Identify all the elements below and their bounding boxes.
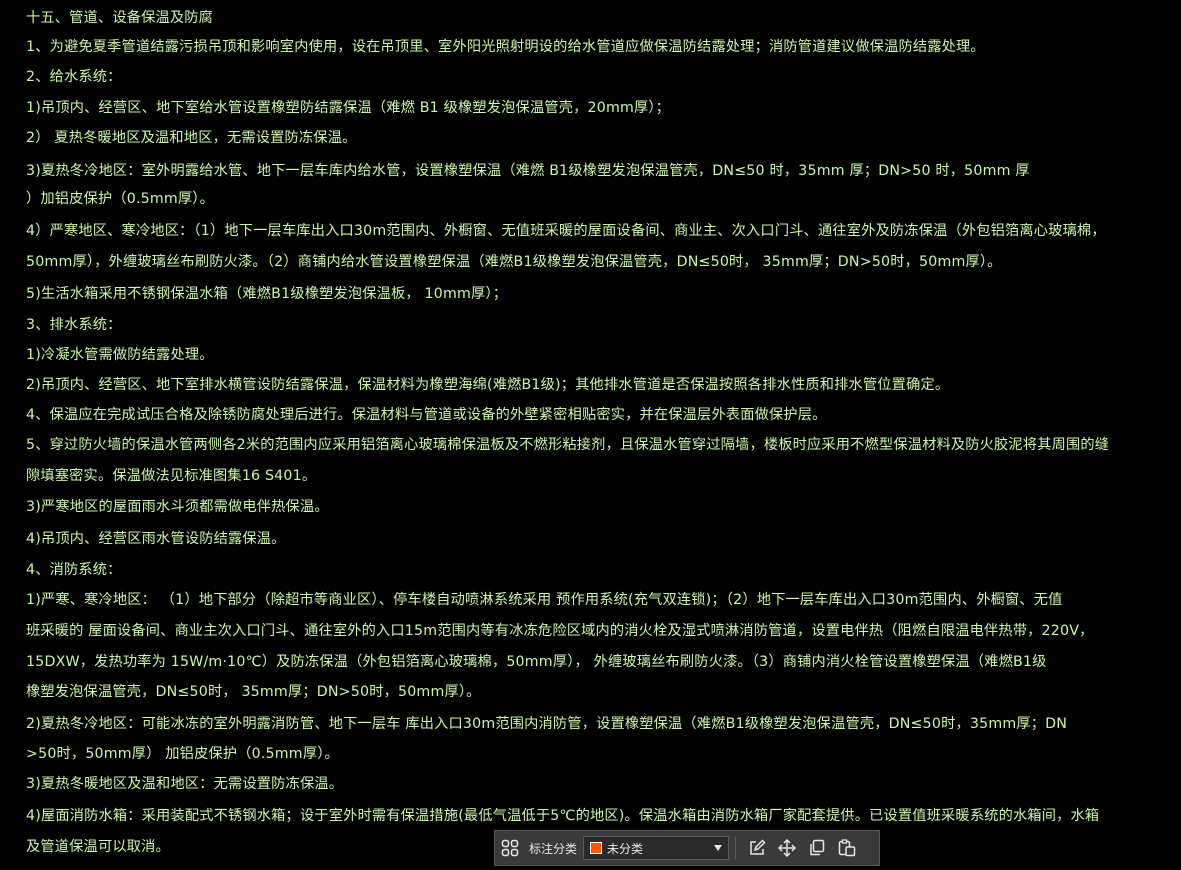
- category-label: 标注分类: [529, 841, 578, 856]
- text-line: 4)屋面消防水箱：采用装配式不锈钢水箱；设于室外时需有保温措施(最低气温低于5℃…: [26, 808, 1100, 824]
- text-line: 1)吊顶内、经营区、地下室给水管设置橡塑防结露保温（难燃 B1 级橡塑发泡保温管…: [26, 100, 671, 116]
- category-color-swatch: [590, 842, 603, 854]
- text-line: 3)严寒地区的屋面雨水斗须都需做电伴热保温。: [26, 499, 329, 515]
- text-line: 2） 夏热冬暖地区及温和地区，无需设置防冻保温。: [26, 130, 357, 146]
- section-heading: 2、给水系统：: [26, 69, 122, 85]
- category-select-value: 未分类: [607, 841, 644, 856]
- text-line: 2)夏热冬冷地区：可能冰冻的室外明露消防管、地下一层车 库出入口30m范围内消防…: [26, 716, 1068, 732]
- text-line: 5、穿过防火墙的保温水管两侧各2米的范围内应采用铝箔离心玻璃棉保温板及不燃形粘接…: [26, 437, 1110, 453]
- text-line: 班采暖的 屋面设备间、商业主次入口门斗、通往室外的入口15m范围内等有冰冻危险区…: [26, 623, 1094, 639]
- grid-icon[interactable]: [495, 833, 525, 863]
- text-line: >50时，50mm厚） 加铝皮保护（0.5mm厚）。: [26, 746, 339, 762]
- move-icon[interactable]: [772, 833, 802, 863]
- chevron-down-icon: [714, 845, 723, 851]
- copy-icon[interactable]: [802, 833, 832, 863]
- text-line: 5)生活水箱采用不锈钢保温水箱（难燃B1级橡塑发泡保温板， 10mm厚）；: [26, 286, 508, 302]
- category-select[interactable]: 未分类: [583, 836, 730, 860]
- toolbar-divider: [735, 837, 737, 859]
- text-line: 1、为避免夏季管道结露污损吊顶和影响室内使用，设在吊顶里、室外阳光照射明设的给水…: [26, 39, 985, 55]
- heading-line: 十五、管道、设备保温及防腐: [26, 10, 214, 26]
- text-line: 1)严寒、寒冷地区： （1）地下部分（除超市等商业区）、停车楼自动喷淋系统采用 …: [26, 592, 1063, 608]
- text-line: 隙填塞密实。保温做法见标准图集16 S401。: [26, 468, 317, 484]
- section-heading: 4、消防系统：: [26, 562, 122, 578]
- text-line: 1)冷凝水管需做防结露处理。: [26, 347, 214, 363]
- text-line: 50mm厚），外缠玻璃丝布刷防火漆。（2）商铺内给水管设置橡塑保温（难燃B1级橡…: [26, 254, 1002, 270]
- text-line: 3)夏热冬暖地区及温和地区：无需设置防冻保温。: [26, 776, 344, 792]
- edit-icon[interactable]: [742, 833, 772, 863]
- text-line: 3)夏热冬冷地区：室外明露给水管、地下一层车库内给水管，设置橡塑保温（难燃 B1…: [26, 163, 1030, 179]
- section-heading: 3、排水系统：: [26, 317, 122, 333]
- text-line: ）加铝皮保护（0.5mm厚）。: [26, 191, 214, 207]
- paste-icon[interactable]: [832, 833, 862, 863]
- text-line: 4）严寒地区、寒冷地区：（1）地下一层车库出入口30m范围内、外橱窗、无值班采暖…: [26, 223, 1106, 239]
- text-line: 及管道保温可以取消。: [26, 839, 170, 855]
- text-line: 15DXW，发热功率为 15W/m·10℃）及防冻保温（外包铝箔离心玻璃棉，50…: [26, 654, 1047, 670]
- drawing-canvas[interactable]: 十五、管道、设备保温及防腐 1、为避免夏季管道结露污损吊顶和影响室内使用，设在吊…: [0, 0, 1181, 870]
- text-line: 2)吊顶内、经营区、地下室排水横管设防结露保温，保温材料为橡塑海绵(难燃B1级)…: [26, 377, 950, 393]
- annotation-toolbar: 标注分类 未分类: [494, 830, 880, 866]
- text-line: 4、保温应在完成试压合格及除锈防腐处理后进行。保温材料与管道或设备的外壁紧密相贴…: [26, 407, 827, 423]
- text-line: 橡塑发泡保温管壳，DN≤50时， 35mm厚；DN>50时，50mm厚）。: [26, 684, 481, 700]
- text-line: 4)吊顶内、经营区雨水管设防结露保温。: [26, 531, 286, 547]
